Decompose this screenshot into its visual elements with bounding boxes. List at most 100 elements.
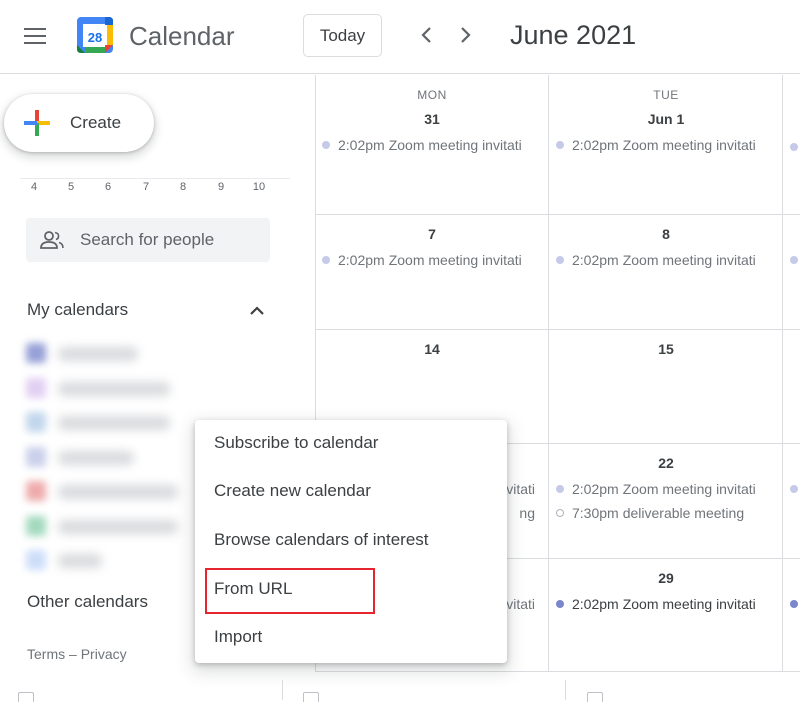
- menu-item-subscribe[interactable]: Subscribe to calendar: [195, 420, 507, 468]
- terms-link[interactable]: Terms: [27, 646, 65, 662]
- date-number[interactable]: 22: [549, 455, 783, 471]
- event-chip[interactable]: 2:02pm Zoom meeting invitati: [556, 481, 776, 501]
- checkbox-icon: [587, 692, 603, 702]
- calendar-color-swatch[interactable]: [26, 515, 46, 536]
- calendar-name-redacted: [58, 381, 170, 396]
- other-calendars-heading: Other calendars: [27, 592, 148, 611]
- grid-row-divider: [315, 329, 800, 330]
- mini-calendar-day[interactable]: 4: [24, 181, 44, 193]
- logo-day-number: 28: [88, 30, 102, 45]
- top-app-bar: 28 Calendar Today June 2021: [0, 0, 800, 74]
- event-time: 2:02pm: [338, 252, 385, 268]
- my-calendar-item[interactable]: [24, 375, 194, 401]
- chevron-right-icon[interactable]: [450, 20, 480, 50]
- calendar-color-swatch[interactable]: [26, 377, 46, 398]
- grid-row-divider: [315, 214, 800, 215]
- mini-calendar-day[interactable]: 7: [136, 181, 156, 193]
- event-time: 7:30pm: [572, 505, 619, 521]
- event-dot[interactable]: [790, 485, 798, 493]
- event-dot: [556, 256, 564, 264]
- event-dot: [322, 256, 330, 264]
- calendar-color-swatch[interactable]: [26, 343, 46, 363]
- search-people-placeholder: Search for people: [80, 230, 215, 249]
- footer-links: Terms – Privacy: [27, 646, 127, 662]
- today-button[interactable]: Today: [303, 14, 382, 57]
- calendar-color-swatch[interactable]: [26, 412, 46, 432]
- calendar-logo-icon: 28: [76, 16, 114, 54]
- event-title: Zoom meeting invitati: [622, 481, 756, 497]
- event-chip[interactable]: 2:02pm Zoom meeting invitati: [556, 252, 776, 272]
- event-dot: [322, 141, 330, 149]
- event-chip[interactable]: 2:02pm Zoom meeting invitati: [322, 252, 542, 272]
- calendar-color-swatch[interactable]: [26, 446, 46, 467]
- date-number[interactable]: 14: [315, 341, 549, 357]
- chevron-up-icon[interactable]: [244, 298, 270, 324]
- highlight-annotation: [205, 568, 375, 614]
- checkbox-icon: [18, 692, 34, 702]
- event-chip[interactable]: 7:30pm deliverable meeting: [556, 505, 776, 525]
- event-time: 2:02pm: [572, 596, 619, 612]
- create-button[interactable]: Create: [4, 94, 154, 152]
- date-number[interactable]: Jun 1: [549, 111, 783, 127]
- app-title: Calendar: [129, 21, 235, 51]
- search-people-field[interactable]: Search for people: [26, 218, 270, 262]
- calendar-name-redacted: [58, 554, 102, 568]
- event-title: Zoom meeting invitati: [622, 137, 756, 153]
- mini-calendar-day[interactable]: 5: [61, 181, 81, 193]
- menu-item-create-new-calendar[interactable]: Create new calendar: [195, 468, 507, 516]
- date-number[interactable]: 7: [315, 226, 549, 242]
- event-dot[interactable]: [790, 143, 798, 151]
- date-number[interactable]: 29: [549, 570, 783, 586]
- mini-calendar-day[interactable]: 8: [173, 181, 193, 193]
- event-time: 2:02pm: [572, 137, 619, 153]
- weekday-header: MON: [417, 88, 447, 102]
- calendar-color-swatch[interactable]: [26, 481, 46, 501]
- event-time: 2:02pm: [572, 481, 619, 497]
- event-chip[interactable]: 2:02pm Zoom meeting invitati: [556, 137, 776, 157]
- date-number[interactable]: 15: [549, 341, 783, 357]
- divider: [282, 680, 283, 700]
- footer-separator: –: [69, 646, 77, 662]
- event-dot: [556, 509, 564, 517]
- current-month-title: June 2021: [510, 20, 637, 50]
- bottom-row-partial: [0, 680, 800, 702]
- my-calendar-item[interactable]: [24, 340, 194, 366]
- mini-calendar-week-row: 4 5 6 7 8 9 10: [20, 178, 290, 198]
- my-calendar-item[interactable]: [24, 513, 194, 539]
- calendar-name-redacted: [58, 450, 134, 465]
- event-dot[interactable]: [790, 256, 798, 264]
- event-dot: [556, 485, 564, 493]
- grid-row-divider: [315, 671, 800, 672]
- my-calendar-item[interactable]: [24, 444, 194, 470]
- mini-calendar-day[interactable]: 9: [211, 181, 231, 193]
- mini-calendar-day[interactable]: 6: [98, 181, 118, 193]
- calendar-color-swatch[interactable]: [26, 550, 46, 570]
- my-calendars-heading: My calendars: [27, 300, 129, 319]
- event-dot: [556, 600, 564, 608]
- main-menu-button[interactable]: [22, 23, 48, 49]
- divider: [565, 680, 566, 700]
- event-chip[interactable]: 2:02pm Zoom meeting invitati: [556, 596, 776, 616]
- calendar-name-redacted: [58, 416, 170, 430]
- menu-item-import[interactable]: Import: [195, 614, 507, 662]
- weekday-header: TUE: [653, 88, 679, 102]
- my-calendar-item[interactable]: [24, 409, 194, 435]
- event-title: Zoom meeting invitati: [388, 137, 522, 153]
- mini-calendar-day[interactable]: 10: [249, 181, 269, 193]
- event-dot[interactable]: [790, 600, 798, 608]
- date-number[interactable]: 8: [549, 226, 783, 242]
- privacy-link[interactable]: Privacy: [81, 646, 127, 662]
- date-number[interactable]: 31: [315, 111, 549, 127]
- event-chip[interactable]: 2:02pm Zoom meeting invitati: [322, 137, 542, 157]
- people-icon: [40, 229, 64, 251]
- event-time: 2:02pm: [338, 137, 385, 153]
- my-calendar-item[interactable]: [24, 547, 194, 573]
- event-title: Zoom meeting invitati: [622, 252, 756, 268]
- event-title: Zoom meeting invitati: [388, 252, 522, 268]
- chevron-left-icon[interactable]: [412, 20, 442, 50]
- event-time: 2:02pm: [572, 252, 619, 268]
- event-dot: [556, 141, 564, 149]
- menu-item-browse-calendars[interactable]: Browse calendars of interest: [195, 517, 507, 565]
- create-label: Create: [70, 113, 122, 132]
- my-calendar-item[interactable]: [24, 478, 194, 504]
